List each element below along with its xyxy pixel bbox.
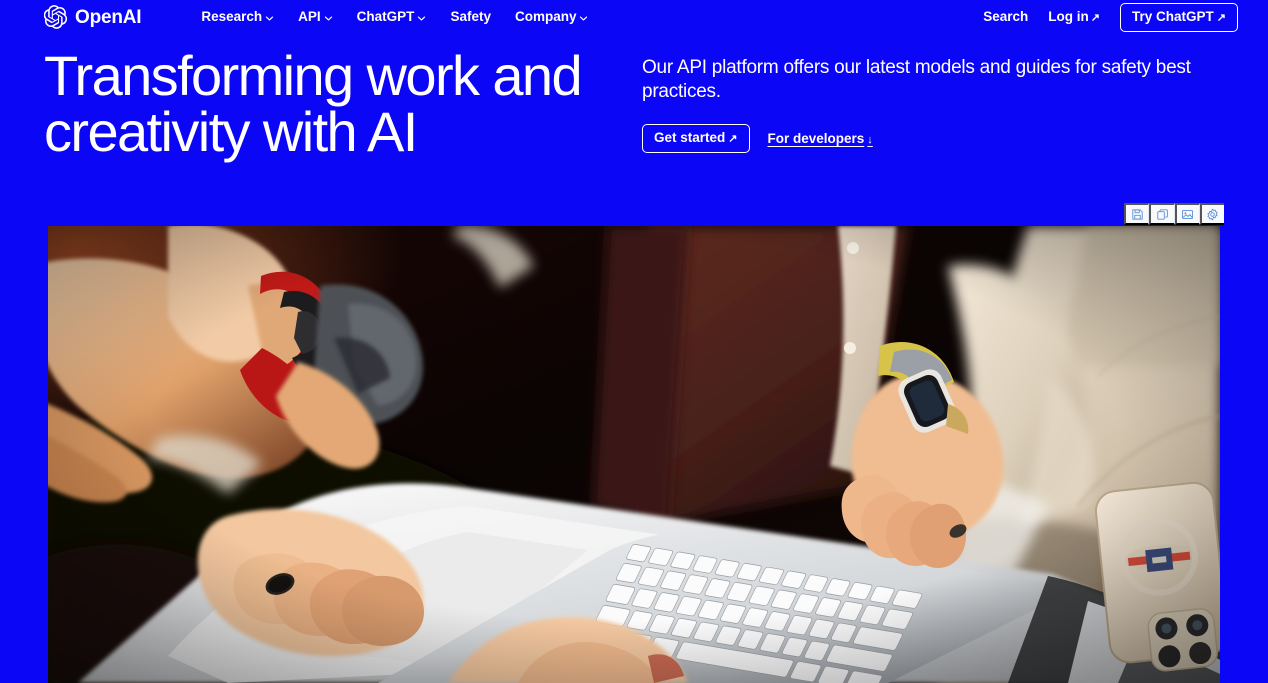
hero-subtitle: Our API platform offers our latest model…: [642, 57, 1191, 103]
nav-item-company[interactable]: Company: [515, 10, 589, 24]
hero-copy-column: Our API platform offers our latest model…: [642, 48, 1224, 160]
nav-item-company-label: Company: [514, 9, 577, 25]
image-icon: [1182, 209, 1194, 219]
openai-wordmark: OpenAI: [75, 6, 142, 28]
primary-nav-links: Research API ChatGPT Safety Company: [201, 10, 588, 24]
arrow-up-right-icon: ↗: [728, 133, 738, 146]
get-started-button[interactable]: Get started ↗: [642, 124, 750, 154]
search-link-label: Search: [983, 9, 1029, 25]
copy-icon: [1157, 208, 1168, 220]
chevron-down-icon: [266, 15, 274, 21]
nav-item-chatgpt[interactable]: ChatGPT: [357, 10, 427, 24]
chevron-down-icon: [580, 15, 588, 21]
openai-blossom-icon: [43, 5, 68, 29]
nav-item-api-label: API: [298, 9, 321, 25]
arrow-down-icon: ↓: [867, 133, 873, 146]
page-title: Transforming work and creativity with AI: [44, 44, 583, 163]
nav-item-safety-label: Safety: [450, 9, 491, 25]
hero-photo: [48, 226, 1220, 683]
image-action-toolbar: [1124, 203, 1224, 225]
nav-item-chatgpt-label: ChatGPT: [356, 9, 415, 25]
secondary-nav-links: Search Log in ↗ Try ChatGPT ↗: [983, 2, 1238, 32]
save-image-button[interactable]: [1124, 203, 1150, 225]
openai-logo-link[interactable]: OpenAI: [43, 5, 142, 29]
arrow-up-right-icon: ↗: [1090, 12, 1101, 24]
hero-headline-column: Transforming work and creativity with AI: [44, 48, 642, 160]
nav-item-api[interactable]: API: [298, 10, 333, 24]
try-chatgpt-button-label: Try ChatGPT: [1132, 8, 1214, 24]
get-started-button-label: Get started: [654, 130, 726, 146]
nav-item-research-label: Research: [201, 9, 263, 25]
chevron-down-icon: [418, 15, 426, 21]
arrow-up-right-icon: ↗: [1216, 11, 1226, 24]
chevron-down-icon: [324, 15, 332, 21]
save-icon: [1131, 208, 1143, 220]
login-link[interactable]: Log in ↗: [1048, 10, 1100, 24]
for-developers-link-label: For developers: [767, 130, 865, 146]
view-image-button[interactable]: [1174, 203, 1200, 225]
for-developers-link[interactable]: For developers ↓: [768, 132, 873, 146]
copy-image-button[interactable]: [1149, 203, 1175, 225]
hero-section: Transforming work and creativity with AI…: [0, 34, 1268, 160]
try-chatgpt-button[interactable]: Try ChatGPT ↗: [1120, 2, 1238, 32]
nav-item-safety[interactable]: Safety: [450, 10, 491, 24]
search-link[interactable]: Search: [983, 10, 1028, 24]
hero-action-group: Get started ↗ For developers ↓: [642, 124, 1224, 154]
settings-gear-icon: [1207, 208, 1218, 220]
image-settings-button[interactable]: [1199, 203, 1224, 225]
nav-item-research[interactable]: Research: [201, 10, 274, 24]
login-link-label: Log in: [1048, 9, 1089, 24]
top-navigation-bar: OpenAI Research API ChatGPT Safety Compa…: [0, 0, 1268, 34]
